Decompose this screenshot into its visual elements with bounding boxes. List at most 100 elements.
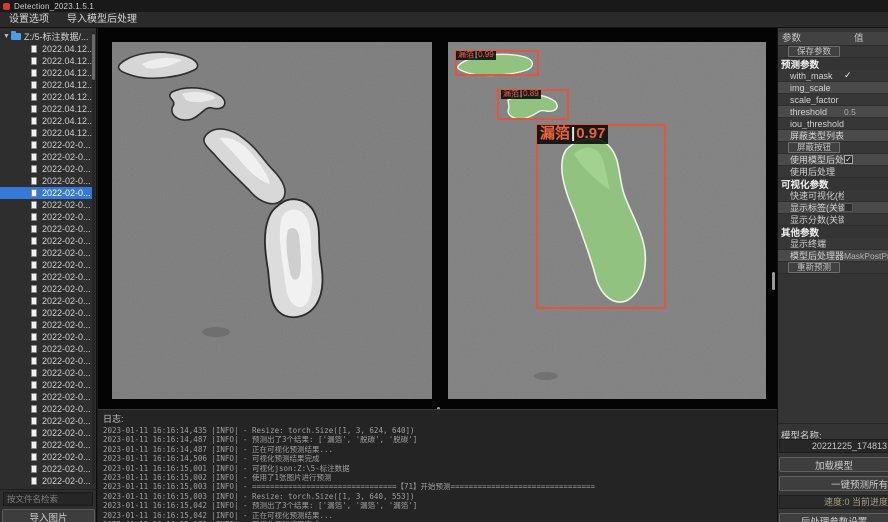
tree-item[interactable]: 2022.04.12...: [0, 127, 93, 139]
tree-item[interactable]: 2022-02-0...: [0, 475, 93, 487]
tree-root-label: Z:/5-标注数据/...: [24, 30, 89, 43]
param-row[interactable]: with_mask✓: [778, 70, 888, 82]
param-row[interactable]: 模型后处理器MaskPostPro...: [778, 250, 888, 262]
predict-all-button[interactable]: 一键预测所有: [779, 476, 888, 491]
tree-item[interactable]: 2022-02-0...: [0, 463, 93, 475]
tree-root[interactable]: ▼ Z:/5-标注数据/...: [0, 30, 93, 43]
raw-image[interactable]: [112, 42, 432, 399]
tree-item[interactable]: 2022.04.12...: [0, 91, 93, 103]
menu-import-model-postprocess[interactable]: 导入模型后处理: [58, 12, 146, 28]
param-row[interactable]: scale_factor: [778, 94, 888, 106]
file-icon: [31, 225, 37, 233]
load-model-button[interactable]: 加载模型: [779, 457, 888, 472]
detection-label-1: 漏箔|0.99: [456, 51, 496, 60]
tree-item[interactable]: 2022-02-0...: [0, 247, 93, 259]
tree-item[interactable]: 2022-02-0...: [0, 427, 93, 439]
file-icon: [31, 333, 37, 341]
param-value[interactable]: 0.5: [844, 107, 856, 117]
filename-search-input[interactable]: [3, 492, 93, 506]
prediction-image[interactable]: 漏箔|0.99 漏箔|0.89 漏箔|0.97: [448, 42, 766, 399]
tree-item[interactable]: 2022-02-0...: [0, 187, 93, 199]
param-value[interactable]: MaskPostPro...: [844, 251, 888, 261]
param-action-button[interactable]: 屏蔽按钮: [788, 142, 840, 153]
tree-item[interactable]: 2022-02-0...: [0, 331, 93, 343]
tree-scrollbar-thumb[interactable]: [92, 34, 95, 80]
file-icon: [31, 129, 37, 137]
tree-item-label: 2022-02-0...: [42, 344, 91, 354]
tree-item[interactable]: 2022.04.12...: [0, 79, 93, 91]
tree-item[interactable]: 2022-02-0...: [0, 163, 93, 175]
tree-item[interactable]: 2022.04.12...: [0, 43, 93, 55]
tree-item[interactable]: 2022-02-0...: [0, 391, 93, 403]
tree-item[interactable]: 2022-02-0...: [0, 343, 93, 355]
tree-item[interactable]: 2022-02-0...: [0, 367, 93, 379]
file-icon: [31, 153, 37, 161]
param-row[interactable]: 屏蔽类型列表: [778, 130, 888, 142]
tree-item[interactable]: 2022.04.12...: [0, 67, 93, 79]
tree-item-label: 2022.04.12...: [42, 104, 93, 114]
tree-item-label: 2022-02-0...: [42, 212, 91, 222]
params-header: 参数 值: [778, 32, 888, 46]
param-name: 屏蔽类型列表: [778, 129, 844, 142]
param-action-button[interactable]: 重新预测: [788, 262, 840, 273]
tree-item[interactable]: 2022-02-0...: [0, 415, 93, 427]
param-row[interactable]: img_scale: [778, 82, 888, 94]
tree-item[interactable]: 2022-02-0...: [0, 307, 93, 319]
tree-item[interactable]: 2022-02-0...: [0, 223, 93, 235]
tree-item-label: 2022.04.12...: [42, 92, 93, 102]
tree-item[interactable]: 2022-02-0...: [0, 259, 93, 271]
params-bottom-divider: [778, 423, 888, 424]
titlebar: Detection_2023.1.5.1: [0, 0, 888, 12]
tree-item[interactable]: 2022-02-0...: [0, 439, 93, 451]
tree-item-label: 2022-02-0...: [42, 332, 91, 342]
tree-scrollbar[interactable]: [92, 32, 95, 484]
tree-item[interactable]: 2022-02-0...: [0, 295, 93, 307]
file-icon: [31, 177, 37, 185]
file-icon: [31, 285, 37, 293]
folder-icon: [11, 33, 21, 40]
tree-item[interactable]: 2022-02-0...: [0, 271, 93, 283]
menubar: 设置选项 导入模型后处理: [0, 12, 888, 28]
param-row[interactable]: threshold0.5: [778, 106, 888, 118]
log-line: 2023-01-11 16:16:15,003 |INFO| - =======…: [98, 482, 777, 491]
tree-item[interactable]: 2022-02-0...: [0, 319, 93, 331]
tree-item[interactable]: 2022.04.12...: [0, 103, 93, 115]
check-icon[interactable]: ✓: [844, 70, 852, 81]
tree-item[interactable]: 2022-02-0...: [0, 379, 93, 391]
tree-item[interactable]: 2022-02-0...: [0, 199, 93, 211]
tree-item[interactable]: 2022-02-0...: [0, 235, 93, 247]
param-section-row: 预测参数: [778, 58, 888, 70]
tree-item-label: 2022-02-0...: [42, 140, 91, 150]
param-action-button[interactable]: 保存参数: [788, 46, 840, 57]
tree-item[interactable]: 2022-02-0...: [0, 403, 93, 415]
file-tree: ▼ Z:/5-标注数据/... 2022.04.12...2022.04.12.…: [0, 30, 93, 488]
tree-item[interactable]: 2022-02-0...: [0, 151, 93, 163]
tree-item-label: 2022-02-0...: [42, 248, 91, 258]
detection-label-3: 漏箔|0.97: [537, 125, 608, 144]
tree-item[interactable]: 2022.04.12...: [0, 55, 93, 67]
tree-item-label: 2022-02-0...: [42, 308, 91, 318]
tree-item[interactable]: 2022.04.12...: [0, 115, 93, 127]
caret-down-icon[interactable]: ▼: [3, 33, 11, 40]
param-name: scale_factor: [778, 95, 844, 105]
file-icon: [31, 441, 37, 449]
checkbox-checked-icon[interactable]: ✓: [844, 155, 853, 164]
tree-item[interactable]: 2022-02-0...: [0, 283, 93, 295]
import-images-button[interactable]: 导入图片: [2, 509, 95, 522]
tree-item[interactable]: 2022-02-0...: [0, 211, 93, 223]
menu-settings[interactable]: 设置选项: [0, 12, 58, 28]
tree-item[interactable]: 2022-02-0...: [0, 451, 93, 463]
log-line: 2023-01-11 16:16:14,435 |INFO| - Resize:…: [98, 426, 777, 435]
tree-item[interactable]: 2022-02-0...: [0, 355, 93, 367]
log-line: 2023-01-11 16:16:15,003 |INFO| - Resize:…: [98, 492, 777, 501]
postprocess-settings-button[interactable]: 后处理参数设置: [779, 513, 888, 522]
file-icon: [31, 429, 37, 437]
model-name-field[interactable]: 20221225_174813: [779, 439, 888, 453]
sidebar-divider: [0, 489, 97, 490]
tree-item[interactable]: 2022-02-0...: [0, 175, 93, 187]
right-splitter-handle[interactable]: [772, 272, 775, 290]
tree-item[interactable]: 2022-02-0...: [0, 139, 93, 151]
tree-item-label: 2022.04.12...: [42, 80, 93, 90]
tree-item-label: 2022-02-0...: [42, 260, 91, 270]
checkbox-empty-icon[interactable]: [844, 203, 853, 212]
